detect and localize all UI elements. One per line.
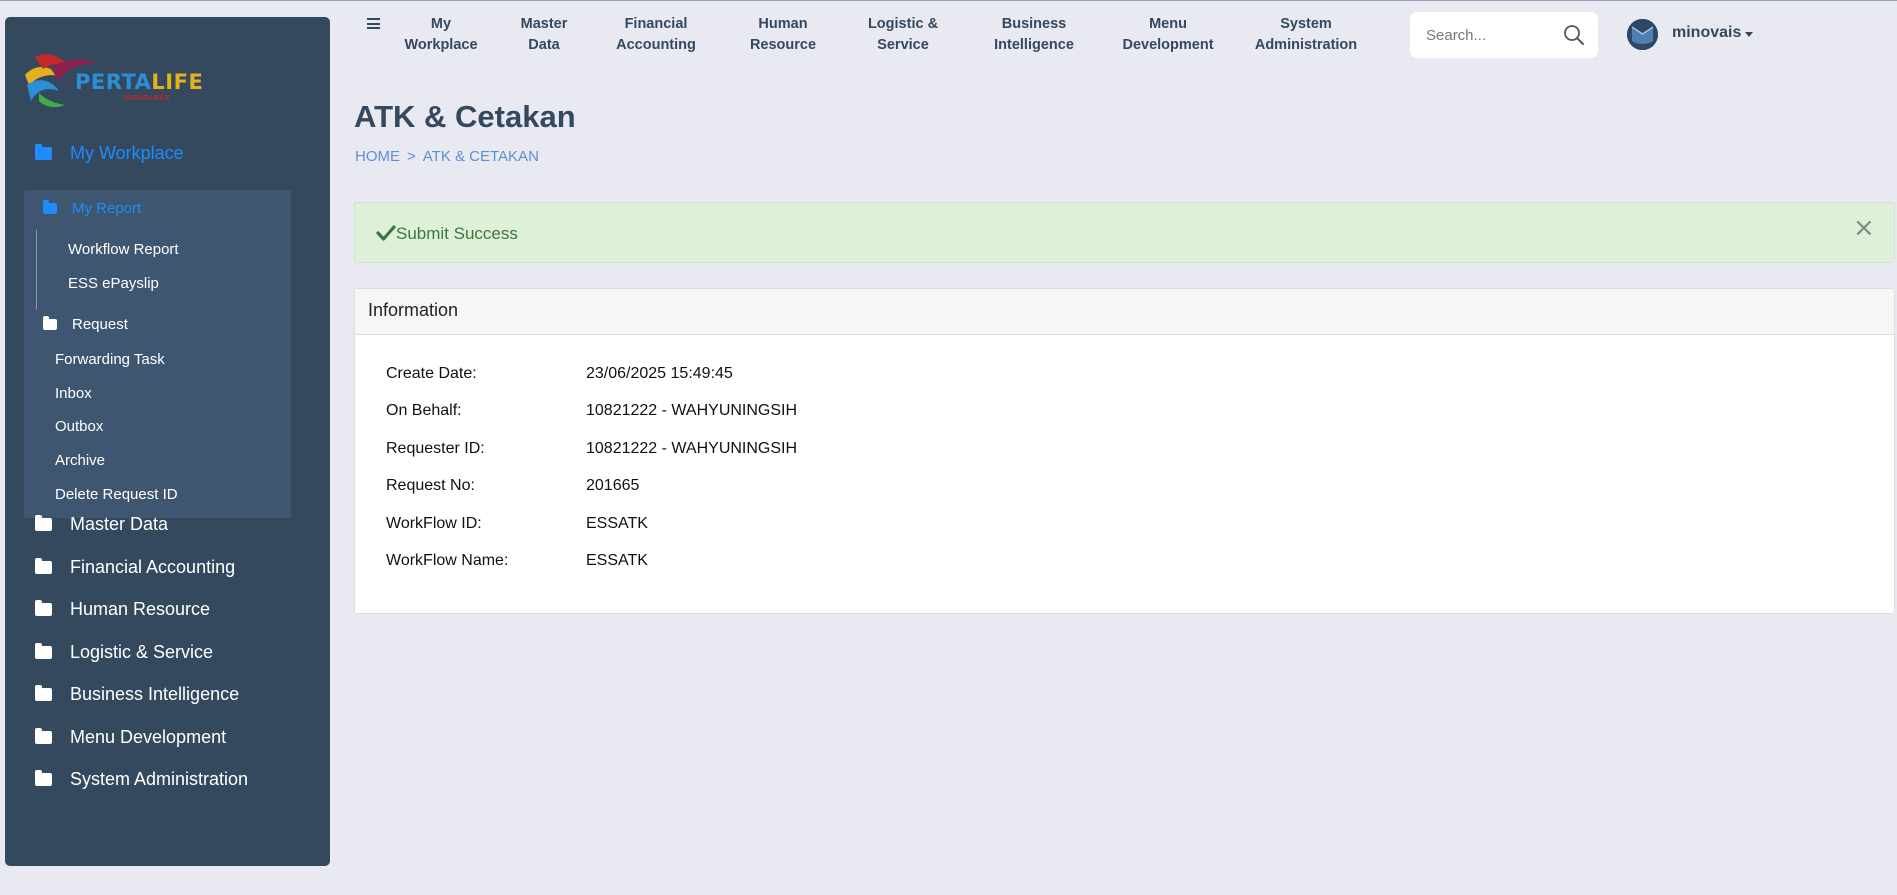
folder-icon (35, 600, 52, 616)
breadcrumb: HOME > ATK & CETAKAN (355, 148, 539, 165)
submenu-workflow-report[interactable]: Workflow Report (68, 241, 179, 258)
submenu-outbox[interactable]: Outbox (55, 418, 103, 435)
submenu-label: My Report (72, 200, 142, 217)
sidebar-item-label: Menu Development (70, 727, 227, 747)
folder-icon (43, 316, 57, 330)
hamburger-menu-icon[interactable] (367, 18, 380, 29)
search-box (1410, 12, 1598, 58)
sidebar-item-label: Logistic & Service (70, 642, 214, 662)
alert-message: Submit Success (396, 224, 518, 243)
topnav-my-workplace[interactable]: My Workplace (397, 14, 485, 56)
info-label-request-no: Request No: (386, 477, 475, 494)
sidebar-item-menu-development[interactable]: Menu Development (35, 727, 226, 748)
info-value-workflow-name: ESSATK (586, 552, 648, 569)
info-value-create-date: 23/06/2025 15:49:45 (586, 365, 733, 382)
topnav-logistic-service[interactable]: Logistic & Service (857, 14, 949, 56)
sidebar-item-label: My Workplace (70, 143, 184, 163)
page-title: ATK & Cetakan (354, 99, 576, 134)
search-input[interactable] (1426, 24, 1556, 46)
submenu-label: Request (72, 316, 128, 333)
sidebar-item-my-workplace[interactable]: My Workplace (35, 143, 184, 164)
breadcrumb-home[interactable]: HOME (355, 148, 400, 165)
sidebar-item-label: Human Resource (70, 599, 211, 619)
info-label-create-date: Create Date: (386, 365, 477, 382)
sidebar-item-system-administration[interactable]: System Administration (35, 769, 248, 790)
folder-icon (35, 728, 52, 744)
sidebar-item-master-data[interactable]: Master Data (35, 514, 168, 535)
user-menu-name[interactable]: minovais (1672, 24, 1741, 42)
panel-heading: Information (355, 289, 1894, 335)
success-alert: Submit Success × (354, 202, 1895, 263)
top-border-line (0, 0, 1897, 1)
info-value-request-no: 201665 (586, 477, 640, 494)
submenu-ess-epayslip[interactable]: ESS ePayslip (68, 275, 159, 292)
avatar[interactable] (1627, 19, 1658, 50)
info-label-workflow-id: WorkFlow ID: (386, 515, 482, 532)
info-value-requester-id: 10821222 - WAHYUNINGSIH (586, 440, 798, 457)
sidebar-item-financial-accounting[interactable]: Financial Accounting (35, 557, 235, 578)
sidebar-item-human-resource[interactable]: Human Resource (35, 599, 210, 620)
logo-wordmark: PERTALIFE (75, 70, 204, 94)
topnav-business-intelligence[interactable]: Business Intelligence (982, 14, 1086, 56)
company-logo[interactable]: PERTALIFE INSURANCE (21, 33, 203, 119)
search-icon[interactable] (1563, 24, 1585, 46)
close-icon[interactable]: × (1853, 215, 1875, 241)
submenu-request[interactable]: Request (43, 316, 128, 333)
caret-down-icon[interactable] (1745, 32, 1753, 37)
folder-icon (35, 685, 52, 701)
submenu-my-report[interactable]: My Report (43, 200, 141, 217)
submenu-archive[interactable]: Archive (55, 452, 105, 469)
submenu-delete-request-id[interactable]: Delete Request ID (55, 486, 178, 503)
info-value-on-behalf: 10821222 - WAHYUNINGSIH (586, 402, 798, 419)
sidebar: PERTALIFE INSURANCE My Workplace My Repo… (5, 17, 330, 866)
topnav-menu-development[interactable]: Menu Development (1116, 14, 1220, 56)
breadcrumb-current: ATK & CETAKAN (422, 148, 539, 165)
folder-icon (35, 643, 52, 659)
submenu-forwarding-task[interactable]: Forwarding Task (55, 351, 165, 368)
sidebar-item-label: System Administration (70, 769, 249, 789)
submenu-inbox[interactable]: Inbox (55, 385, 92, 402)
folder-icon (43, 200, 57, 214)
info-label-workflow-name: WorkFlow Name: (386, 552, 509, 569)
sidebar-item-logistic-service[interactable]: Logistic & Service (35, 642, 213, 663)
topnav-master-data[interactable]: Master Data (507, 14, 581, 56)
tree-line (36, 230, 37, 310)
topnav-human-resource[interactable]: Human Resource (738, 14, 828, 56)
breadcrumb-separator: > (407, 148, 416, 165)
info-value-workflow-id: ESSATK (586, 515, 648, 532)
folder-icon (35, 770, 52, 786)
folder-icon (35, 144, 52, 160)
sidebar-item-business-intelligence[interactable]: Business Intelligence (35, 684, 239, 705)
check-icon (376, 225, 396, 241)
info-label-requester-id: Requester ID: (386, 440, 485, 457)
user-avatar-icon (1627, 19, 1658, 50)
folder-icon (35, 558, 52, 574)
topnav-system-administration[interactable]: System Administration (1250, 14, 1362, 56)
info-label-on-behalf: On Behalf: (386, 402, 462, 419)
topnav-financial-accounting[interactable]: Financial Accounting (606, 14, 706, 56)
sidebar-item-label: Business Intelligence (70, 684, 240, 704)
sidebar-item-label: Financial Accounting (70, 557, 236, 577)
logo-subtitle: INSURANCE (124, 95, 171, 102)
my-workplace-submenu: My Report Workflow Report ESS ePayslip R… (24, 190, 291, 518)
information-panel: Information Create Date: 23/06/2025 15:4… (354, 288, 1895, 614)
folder-icon (35, 515, 52, 531)
sidebar-item-label: Master Data (70, 514, 169, 534)
